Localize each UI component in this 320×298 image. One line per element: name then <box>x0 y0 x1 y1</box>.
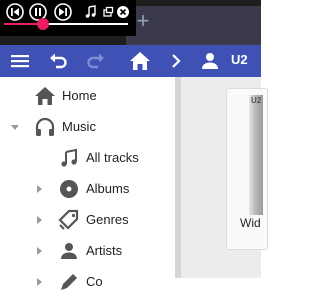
album-cover-text: U2 <box>251 96 262 105</box>
artist-person-icon <box>57 239 81 263</box>
music-note-icon <box>57 146 81 170</box>
expand-arrow-right-icon[interactable] <box>34 277 44 287</box>
sidebar-item-composers[interactable]: Co <box>0 267 175 298</box>
sidebar-item-label: Co <box>86 274 103 289</box>
home-icon[interactable] <box>128 49 152 73</box>
sidebar-item-music[interactable]: Music <box>0 112 175 143</box>
sidebar-item-genres[interactable]: Genres <box>0 205 175 236</box>
next-track-icon[interactable] <box>53 2 73 22</box>
close-icon[interactable] <box>113 2 133 22</box>
expand-arrow-down-icon[interactable] <box>10 122 20 132</box>
app-toolbar: U2 <box>0 45 261 77</box>
tag-icon <box>57 208 81 232</box>
sidebar-item-label: Albums <box>86 181 130 196</box>
user-icon[interactable] <box>198 49 222 73</box>
undo-icon[interactable] <box>46 49 70 73</box>
chevron-right-icon <box>164 49 188 73</box>
sidebar-item-label: Artists <box>86 243 123 258</box>
expand-arrow-right-icon[interactable] <box>34 215 44 225</box>
sidebar-item-label: Genres <box>86 212 129 227</box>
new-tab-icon[interactable]: + <box>133 10 153 32</box>
breadcrumb-user-label[interactable]: U2 <box>231 52 248 67</box>
expand-arrow-right-icon[interactable] <box>34 184 44 194</box>
album-disc-icon <box>57 177 81 201</box>
seek-handle[interactable] <box>37 18 49 30</box>
mini-player <box>0 0 136 36</box>
album-card-title: Wid <box>240 216 261 230</box>
sidebar: Home Music All tracks Albums Genres Arti… <box>0 77 175 290</box>
sidebar-item-label: Home <box>62 88 97 103</box>
album-cover-image <box>249 95 263 215</box>
sidebar-item-label: Music <box>62 119 96 134</box>
sidebar-item-albums[interactable]: Albums <box>0 174 175 205</box>
menu-icon[interactable] <box>8 49 32 73</box>
sidebar-item-label: All tracks <box>86 150 139 165</box>
redo-icon[interactable] <box>84 49 108 73</box>
previous-track-icon[interactable] <box>5 2 25 22</box>
sidebar-item-home[interactable]: Home <box>0 81 175 112</box>
home-icon <box>33 84 57 108</box>
expand-arrow-right-icon[interactable] <box>34 246 44 256</box>
sidebar-item-all-tracks[interactable]: All tracks <box>0 143 175 174</box>
sidebar-item-artists[interactable]: Artists <box>0 236 175 267</box>
headphones-icon <box>33 115 57 139</box>
pen-icon <box>57 270 81 294</box>
